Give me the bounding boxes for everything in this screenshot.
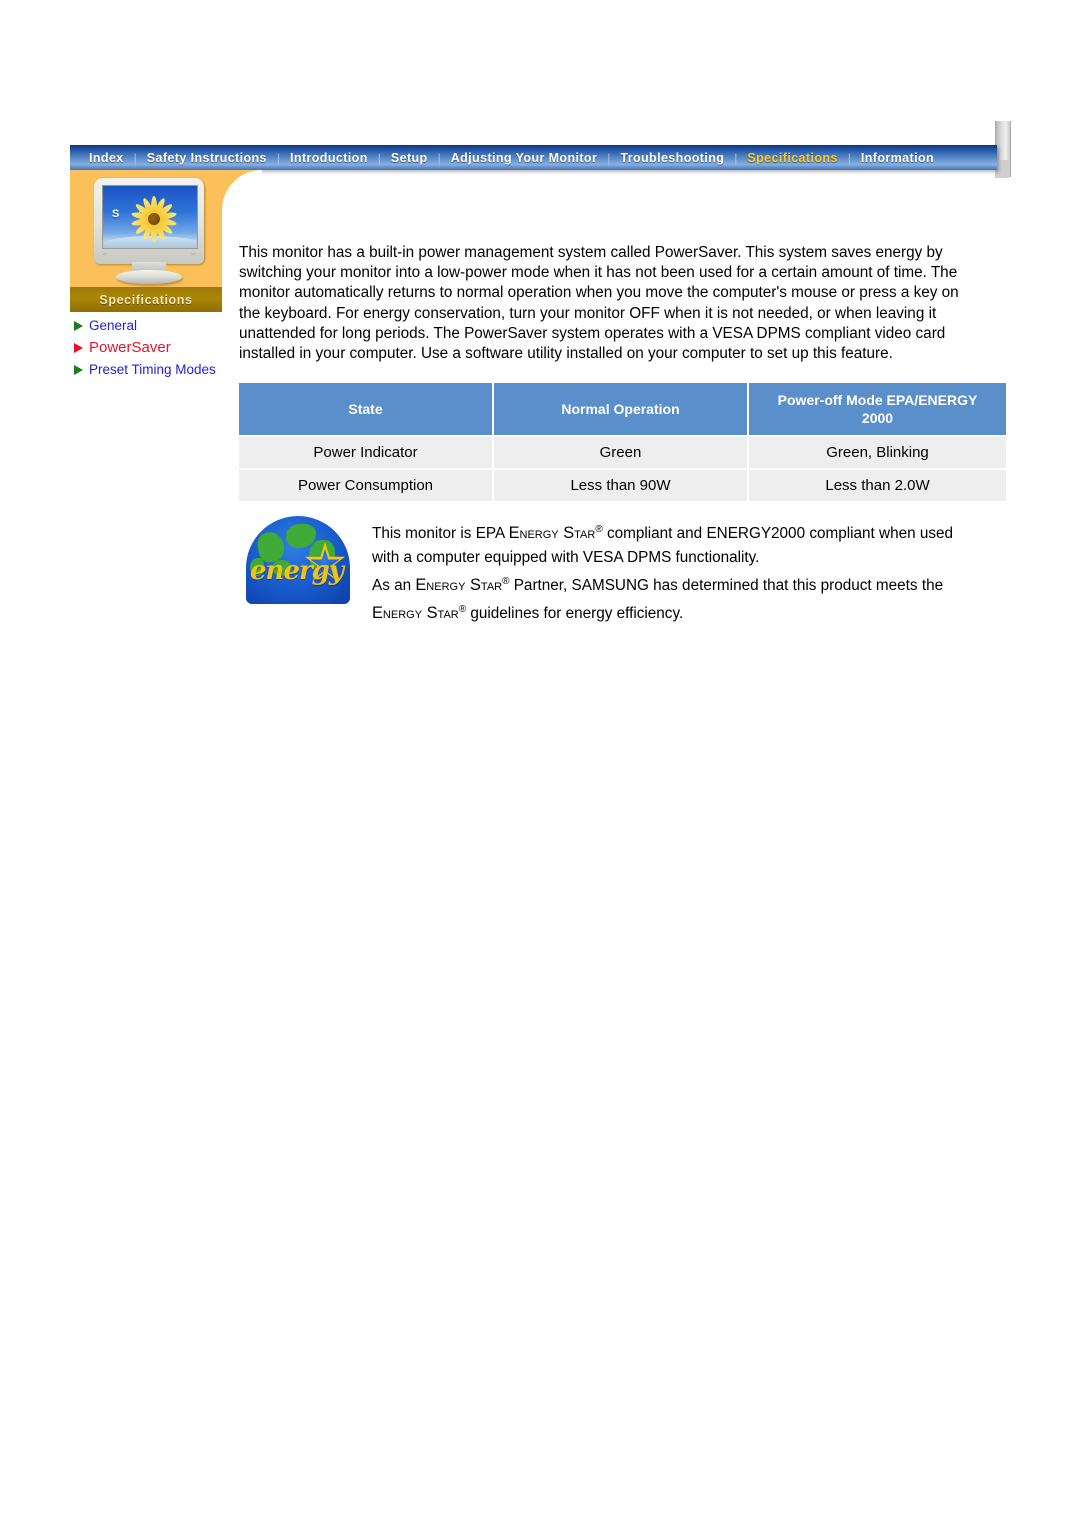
table-header-state: State [239, 383, 494, 436]
intro-paragraph: This monitor has a built-in power manage… [239, 244, 959, 363]
monitor-base [116, 270, 182, 284]
monitor-screen: S A [102, 185, 198, 249]
monitor-bezel: S A ▭▭ [94, 178, 204, 264]
registered-mark: ® [458, 604, 467, 616]
nav-item-setup[interactable]: Setup [382, 151, 437, 165]
nav-item-information[interactable]: Information [852, 151, 943, 165]
sidebar-caption: Specifications [70, 287, 222, 312]
nav-item-index[interactable]: Index [80, 151, 133, 165]
sidebar-link-list: General PowerSaver Preset Timing Modes [74, 317, 224, 383]
sidebar-item-label: PowerSaver [89, 339, 171, 356]
nav-item-specifications[interactable]: Specifications [738, 151, 846, 165]
sidebar-panel: S A ▭▭ Specifications [70, 170, 222, 312]
triangle-bullet-icon [74, 343, 83, 353]
powersaver-table: State Normal Operation Power-off Mode EP… [239, 383, 1006, 501]
table-cell: Green [493, 435, 749, 469]
small-caps-text: Energy Star [372, 604, 459, 623]
navigation-items: Index | Safety Instructions | Introduction | S… [70, 145, 997, 170]
sidebar-rounded-corner [222, 170, 262, 210]
table-cell: Less than 90W [493, 468, 749, 501]
triangle-bullet-icon [74, 365, 83, 375]
nav-item-introduction[interactable]: Introduction [281, 151, 377, 165]
screen-logo-letter-s: S [112, 208, 120, 220]
registered-mark: ® [502, 576, 510, 588]
top-navigation-bar: Index | Safety Instructions | Introduction | S… [70, 145, 997, 170]
sidebar-item-powersaver[interactable]: PowerSaver [74, 339, 224, 356]
sunflower-core [148, 213, 160, 225]
energy-star-logo: energy [246, 516, 350, 604]
table-row: Power Consumption Less than 90W Less than … [239, 468, 1006, 501]
table-cell: Power Consumption [239, 468, 494, 501]
triangle-bullet-icon [74, 321, 83, 331]
table-cell: Green, Blinking [748, 435, 1006, 469]
sidebar-item-label: Preset Timing Modes [89, 362, 216, 377]
table-header-power-off-mode: Power-off Mode EPA/ENERGY 2000 [748, 383, 1006, 436]
small-caps-text: Energy Star [415, 576, 503, 595]
table-cell: Less than 2.0W [748, 468, 1006, 501]
nav-item-safety-instructions[interactable]: Safety Instructions [138, 151, 276, 165]
energy-wordmark: energy [250, 556, 344, 586]
energy-star-block: energy This monitor is EPA Energy Star® … [246, 512, 981, 626]
registered-mark: ® [595, 524, 603, 535]
sunflower-icon [130, 196, 178, 242]
monitor-chin: ▭ ▭ [103, 251, 195, 256]
table-header-normal-operation: Normal Operation [493, 383, 749, 436]
energy-star-paragraph-1: This monitor is EPA Energy Star® complia… [372, 524, 954, 567]
monitor-illustration: S A ▭▭ [94, 178, 204, 284]
sidebar-item-label: General [89, 318, 138, 333]
energy-star-text: This monitor is EPA Energy Star® complia… [372, 512, 981, 626]
table-body: Power Indicator Green Green, Blinking Power… [239, 435, 1006, 501]
table-header: State Normal Operation Power-off Mode EP… [239, 383, 1006, 436]
table-row: Power Indicator Green Green, Blinking [239, 435, 1006, 469]
sidebar-item-general[interactable]: General [74, 317, 224, 334]
energy-star-paragraph-2: As an Energy Star® Partner, SAMSUNG has … [372, 576, 944, 623]
nav-item-adjusting-your-monitor[interactable]: Adjusting Your Monitor [442, 151, 607, 165]
table-cell: Power Indicator [239, 435, 494, 469]
small-caps-text: Energy Star [508, 524, 596, 543]
table-header-row: State Normal Operation Power-off Mode EP… [239, 383, 1006, 436]
nav-item-troubleshooting[interactable]: Troubleshooting [611, 151, 733, 165]
sidebar-item-preset-timing-modes[interactable]: Preset Timing Modes [74, 361, 224, 378]
vertical-scrollbar-shadow [995, 160, 1009, 178]
